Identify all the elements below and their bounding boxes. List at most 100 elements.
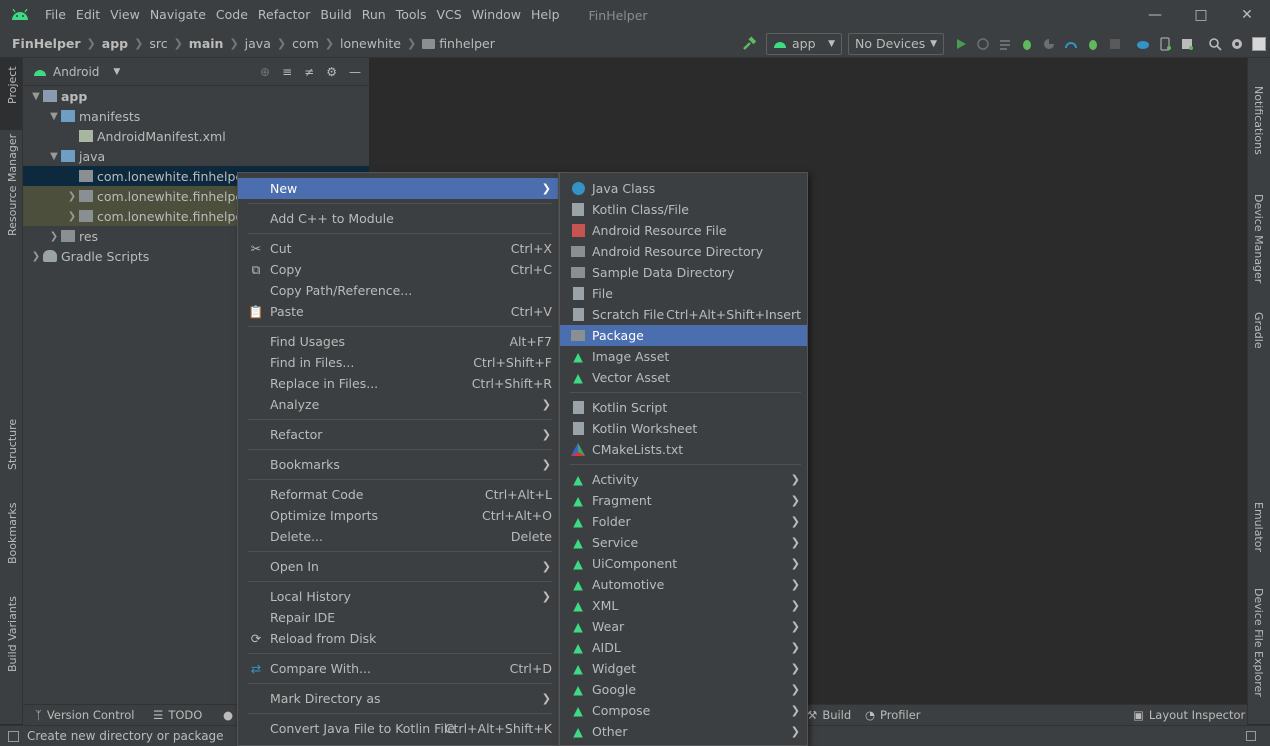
sdk-manager-icon[interactable] [1176, 33, 1198, 55]
tool-tab-build-variants[interactable]: Build Variants [6, 596, 19, 672]
submenu-item-sample-data-directory[interactable]: Sample Data Directory [560, 262, 807, 283]
menu-window[interactable]: Window [467, 0, 526, 30]
breadcrumb-java[interactable]: java [245, 36, 271, 51]
submenu-item-google[interactable]: ▲ Google ❯ [560, 679, 807, 700]
menu-item-find-usages[interactable]: Find Usages Alt+F7 [238, 331, 558, 352]
locate-icon[interactable]: ⊕ [260, 65, 270, 79]
run-config-select[interactable]: app ▼ [766, 32, 842, 55]
submenu-item-fragment[interactable]: ▲ Fragment ❯ [560, 490, 807, 511]
device-manager-icon[interactable] [1154, 33, 1176, 55]
breadcrumb-com[interactable]: com [292, 36, 319, 51]
menu-refactor[interactable]: Refactor [253, 0, 315, 30]
menu-item-reload-from-disk[interactable]: ⟳ Reload from Disk [238, 628, 558, 649]
tree-item-java[interactable]: ▼ java [23, 146, 369, 166]
tool-tab-resource-manager[interactable]: Resource Manager [6, 134, 19, 236]
breadcrumb-main[interactable]: main [189, 36, 224, 51]
tool-tab-gradle[interactable]: Gradle [1252, 312, 1265, 349]
menu-build[interactable]: Build [315, 0, 356, 30]
collapse-all-icon[interactable]: ≠ [304, 65, 314, 79]
menu-item-paste[interactable]: 📋 Paste Ctrl+V [238, 301, 558, 322]
problems-icon[interactable]: ● [223, 708, 233, 722]
tool-tab-profiler[interactable]: ◔ Profiler [865, 708, 921, 722]
submenu-item-uicomponent[interactable]: ▲ UiComponent ❯ [560, 553, 807, 574]
submenu-item-widget[interactable]: ▲ Widget ❯ [560, 658, 807, 679]
minimize-icon[interactable]: — [1132, 0, 1178, 30]
submenu-item-automotive[interactable]: ▲ Automotive ❯ [560, 574, 807, 595]
menu-item-repair-ide[interactable]: Repair IDE [238, 607, 558, 628]
tool-tab-structure[interactable]: Structure [6, 419, 19, 470]
submenu-item-service[interactable]: ▲ Service ❯ [560, 532, 807, 553]
menu-item-refactor[interactable]: Refactor ❯ [238, 424, 558, 445]
breadcrumb-project[interactable]: FinHelper [12, 36, 81, 51]
apply-code-changes-icon[interactable] [994, 33, 1016, 55]
tool-tab-notifications[interactable]: Notifications [1252, 86, 1265, 155]
gear-icon[interactable]: ⚙ [326, 65, 337, 79]
attach-debugger-icon[interactable] [1082, 33, 1104, 55]
menu-run[interactable]: Run [357, 0, 391, 30]
submenu-item-java-class[interactable]: Java Class [560, 178, 807, 199]
submenu-item-activity[interactable]: ▲ Activity ❯ [560, 469, 807, 490]
menu-item-convert-to-kotlin[interactable]: Convert Java File to Kotlin File Ctrl+Alt… [238, 718, 558, 739]
submenu-item-xml[interactable]: ▲ XML ❯ [560, 595, 807, 616]
tool-tab-layout-inspector[interactable]: ▣ Layout Inspector [1133, 708, 1245, 722]
submenu-item-package[interactable]: Package [560, 325, 807, 346]
submenu-item-kotlin-script[interactable]: Kotlin Script [560, 397, 807, 418]
submenu-item-image-asset[interactable]: ▲ Image Asset [560, 346, 807, 367]
tool-tab-device-file-explorer[interactable]: Device File Explorer [1252, 588, 1265, 697]
hammer-icon[interactable] [738, 33, 760, 55]
tool-tab-project[interactable]: Project [6, 66, 19, 104]
run-icon[interactable] [950, 33, 972, 55]
search-icon[interactable] [1204, 33, 1226, 55]
chevron-down-icon[interactable]: ▼ [113, 67, 120, 77]
menu-code[interactable]: Code [211, 0, 253, 30]
tool-tab-version-control[interactable]: ᛉ Version Control [35, 708, 134, 722]
tool-tab-build[interactable]: ⚒ Build [807, 708, 851, 722]
breadcrumb-lonewhite[interactable]: lonewhite [340, 36, 401, 51]
tool-tab-device-manager[interactable]: Device Manager [1252, 194, 1265, 283]
hide-icon[interactable]: — [349, 65, 361, 79]
menu-edit[interactable]: Edit [71, 0, 105, 30]
breadcrumb-finhelper[interactable]: finhelper [439, 36, 495, 51]
stop-icon[interactable] [1104, 33, 1126, 55]
expand-all-icon[interactable]: ≡ [282, 65, 292, 79]
sync-gradle-icon[interactable] [1132, 33, 1154, 55]
menu-item-copy[interactable]: ⧉ Copy Ctrl+C [238, 259, 558, 280]
submenu-item-android-resource-file[interactable]: Android Resource File [560, 220, 807, 241]
menu-help[interactable]: Help [526, 0, 565, 30]
menu-item-compare-with[interactable]: ⇄ Compare With... Ctrl+D [238, 658, 558, 679]
menu-item-add-cpp[interactable]: Add C++ to Module [238, 208, 558, 229]
close-icon[interactable]: ✕ [1224, 0, 1270, 30]
device-select[interactable]: No Devices ▼ [848, 32, 944, 55]
apply-changes-icon[interactable] [972, 33, 994, 55]
menu-navigate[interactable]: Navigate [145, 0, 211, 30]
menu-item-cut[interactable]: ✂ Cut Ctrl+X [238, 238, 558, 259]
menu-item-copy-path[interactable]: Copy Path/Reference... [238, 280, 558, 301]
submenu-item-android-resource-directory[interactable]: Android Resource Directory [560, 241, 807, 262]
menu-vcs[interactable]: VCS [432, 0, 467, 30]
avatar[interactable] [1248, 33, 1270, 55]
submenu-item-scratch-file[interactable]: Scratch File Ctrl+Alt+Shift+Insert [560, 304, 807, 325]
tool-tab-emulator[interactable]: Emulator [1252, 502, 1265, 552]
debug-icon[interactable] [1016, 33, 1038, 55]
submenu-item-aidl[interactable]: ▲ AIDL ❯ [560, 637, 807, 658]
submenu-item-wear[interactable]: ▲ Wear ❯ [560, 616, 807, 637]
tool-tab-todo[interactable]: ☰ TODO [153, 708, 202, 722]
tree-item-app[interactable]: ▼ app [23, 86, 369, 106]
menu-item-local-history[interactable]: Local History ❯ [238, 586, 558, 607]
menu-item-reformat-code[interactable]: Reformat Code Ctrl+Alt+L [238, 484, 558, 505]
submenu-item-cmakelists[interactable]: CMakeLists.txt [560, 439, 807, 460]
breadcrumb-module[interactable]: app [102, 36, 128, 51]
profile-icon[interactable] [1060, 33, 1082, 55]
submenu-item-folder[interactable]: ▲ Folder ❯ [560, 511, 807, 532]
menu-item-optimize-imports[interactable]: Optimize Imports Ctrl+Alt+O [238, 505, 558, 526]
maximize-icon[interactable]: □ [1178, 0, 1224, 30]
tree-item-android-manifest[interactable]: AndroidManifest.xml [23, 126, 369, 146]
menu-file[interactable]: File [40, 0, 71, 30]
submenu-item-kotlin-class[interactable]: Kotlin Class/File [560, 199, 807, 220]
breadcrumb-src[interactable]: src [149, 36, 167, 51]
submenu-item-kotlin-worksheet[interactable]: Kotlin Worksheet [560, 418, 807, 439]
menu-item-new[interactable]: New ❯ [238, 178, 558, 199]
project-view-select[interactable]: Android [53, 65, 99, 79]
tree-item-manifests[interactable]: ▼ manifests [23, 106, 369, 126]
menu-item-replace-in-files[interactable]: Replace in Files... Ctrl+Shift+R [238, 373, 558, 394]
